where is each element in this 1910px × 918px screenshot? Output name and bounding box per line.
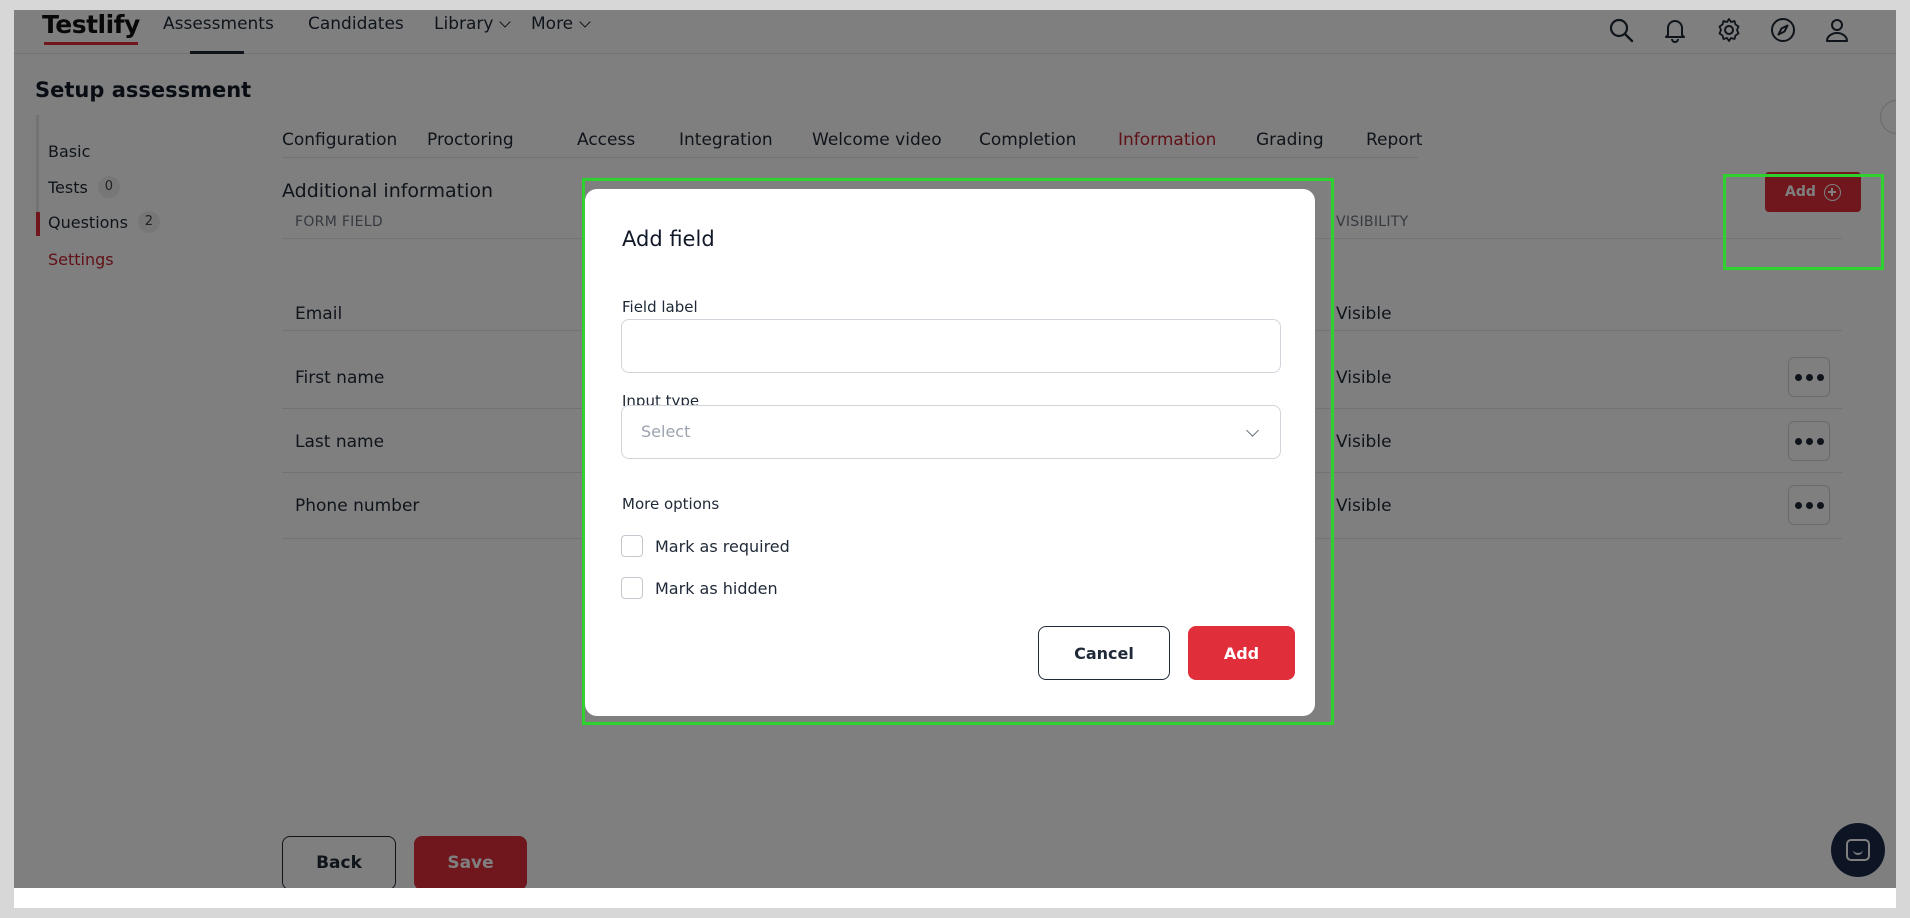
frame-border: [0, 0, 1910, 10]
cancel-button[interactable]: Cancel: [1038, 626, 1170, 680]
field-label-label: Field label: [622, 298, 698, 316]
field-label-input[interactable]: [621, 319, 1281, 373]
frame-border: [1896, 0, 1910, 918]
mark-required-option[interactable]: Mark as required: [621, 535, 790, 557]
screenshot-frame: Testlify Assessments Candidates Library …: [0, 0, 1910, 918]
select-placeholder: Select: [641, 422, 691, 441]
hidden-checkbox[interactable]: [621, 577, 643, 599]
frame-border: [0, 0, 14, 918]
chevron-down-icon: [1246, 424, 1259, 437]
mark-hidden-option[interactable]: Mark as hidden: [621, 577, 778, 599]
app-window: Testlify Assessments Candidates Library …: [14, 10, 1896, 888]
required-checkbox[interactable]: [621, 535, 643, 557]
checkbox-label: Mark as required: [655, 536, 790, 556]
checkbox-label: Mark as hidden: [655, 578, 778, 598]
add-field-modal: Add field Field label Input type Select …: [585, 189, 1315, 716]
modal-title: Add field: [622, 227, 715, 251]
input-type-select[interactable]: Select: [621, 405, 1281, 459]
frame-border: [0, 908, 1910, 918]
add-button[interactable]: Add: [1188, 626, 1295, 680]
more-options-label: More options: [622, 495, 720, 513]
